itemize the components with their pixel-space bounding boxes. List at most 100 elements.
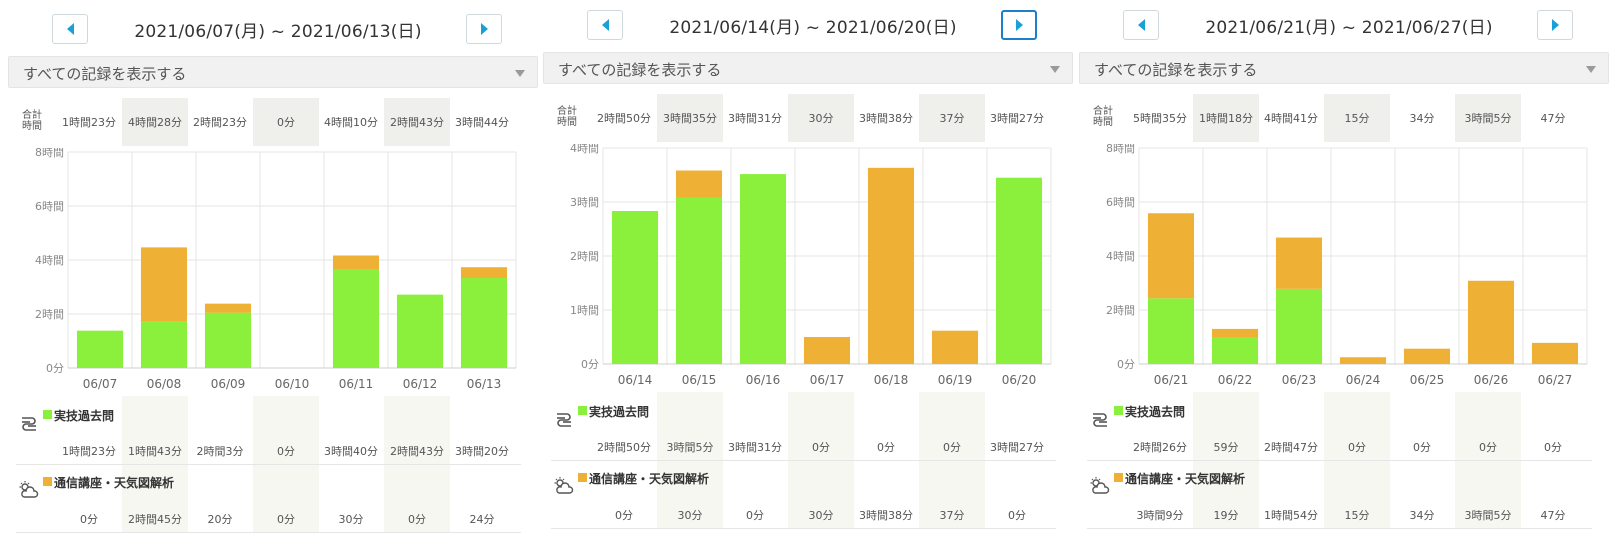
- daily-total-cell: 2時間43分: [384, 98, 450, 146]
- category-row-jitsugi: 実技過去問 2時間26分 59分 2時間47分 0分 0分 0分 0分: [1079, 392, 1609, 460]
- x-tick-label: 06/07: [83, 377, 118, 391]
- legend-swatch-orange: [43, 477, 52, 486]
- bar-segment-jitsugi[interactable]: [675, 197, 723, 364]
- category-row-jitsugi: 実技過去問 1時間23分 1時間43分 2時間3分 0分 3時間40分 2時間43分 3時間…: [8, 396, 538, 464]
- category-value-cell: 30分: [338, 513, 364, 526]
- bar-segment-tsushin[interactable]: [931, 330, 979, 364]
- bar-segment-tsushin[interactable]: [867, 167, 915, 364]
- record-filter-select[interactable]: すべての記録を表示する: [543, 52, 1073, 84]
- y-tick-label: 8時間: [1106, 144, 1135, 155]
- category-value-cell: 30分: [808, 509, 834, 522]
- x-tick-label: 06/09: [211, 377, 246, 391]
- bar-segment-jitsugi[interactable]: [611, 211, 659, 364]
- category-value-cell: 30分: [677, 509, 703, 522]
- row-divider: [16, 532, 521, 533]
- category-value-cell: 2時間45分: [128, 513, 182, 526]
- bar-segment-tsushin[interactable]: [332, 255, 380, 269]
- y-tick-label: 6時間: [1106, 196, 1135, 209]
- daily-total-cell: 3時間31分: [728, 112, 782, 125]
- daily-total-cell: 4時間10分: [324, 116, 378, 129]
- daily-total-cell: 1時間23分: [62, 116, 116, 129]
- previous-week-button[interactable]: [587, 10, 623, 40]
- category-value-cell: 1時間54分: [1264, 509, 1318, 522]
- previous-week-button[interactable]: [1123, 10, 1159, 40]
- category-value-cell: 1時間23分: [62, 445, 116, 458]
- bar-segment-tsushin[interactable]: [460, 267, 508, 279]
- bar-segment-jitsugi[interactable]: [76, 330, 124, 368]
- sun-cloud-icon: [554, 477, 574, 494]
- daily-total-cell: 0分: [253, 98, 319, 146]
- y-tick-label: 4時間: [1106, 250, 1135, 263]
- category-value-cell: 0分: [812, 441, 830, 454]
- bar-segment-tsushin[interactable]: [1403, 348, 1451, 364]
- category-value-cell: 0分: [277, 445, 295, 458]
- bar-segment-jitsugi[interactable]: [460, 278, 508, 368]
- sun-cloud-icon: [19, 481, 39, 498]
- x-tick-label: 06/13: [467, 377, 502, 391]
- category-value-cell: 2時間3分: [196, 445, 244, 458]
- date-range-title: 2021/06/07(月) ~ 2021/06/13(日): [134, 22, 422, 42]
- bar-segment-jitsugi[interactable]: [396, 294, 444, 368]
- week-panel-1: 2021/06/07(月) ~ 2021/06/13(日) すべての記録を表示す…: [8, 0, 538, 556]
- bar-segment-tsushin[interactable]: [204, 303, 252, 313]
- category-value-cell: 59分: [1213, 441, 1239, 454]
- bar-segment-tsushin[interactable]: [1211, 328, 1259, 338]
- chevron-right-icon: [480, 23, 488, 35]
- next-week-button[interactable]: [1537, 10, 1573, 40]
- next-week-button[interactable]: [466, 14, 502, 44]
- bar-segment-tsushin[interactable]: [140, 247, 188, 322]
- chevron-left-icon: [1137, 19, 1145, 31]
- sun-cloud-icon: [1090, 477, 1110, 494]
- daily-total-cell: 3時間44分: [455, 116, 509, 129]
- category-value-cell: 2時間26分: [1133, 441, 1187, 454]
- y-tick-label: 0分: [1117, 358, 1135, 371]
- bar-segment-jitsugi[interactable]: [995, 177, 1043, 364]
- category-value-cell: 3時間40分: [324, 445, 378, 458]
- category-value-cell: 19分: [1213, 509, 1239, 522]
- previous-week-button[interactable]: [52, 14, 88, 44]
- bar-segment-tsushin[interactable]: [1531, 342, 1579, 364]
- daily-total-cell: 3時間27分: [990, 112, 1044, 125]
- legend-swatch-green: [1114, 406, 1123, 415]
- category-value-cell: 3時間5分: [1464, 509, 1512, 522]
- next-week-button[interactable]: [1001, 10, 1037, 40]
- record-filter-select[interactable]: すべての記録を表示する: [1079, 52, 1609, 84]
- bar-segment-jitsugi[interactable]: [1275, 288, 1323, 364]
- chevron-right-icon: [1015, 19, 1023, 31]
- category-value-cell: 2時間47分: [1264, 441, 1318, 454]
- bar-segment-jitsugi[interactable]: [1211, 337, 1259, 364]
- stacked-bar-chart: 0分 1時間 2時間 3時間 4時間 06/14 06/15 06/16 06/17 06/18 0…: [570, 144, 1052, 387]
- daily-totals-row: 合計時間 5時間35分 1時間18分 4時間41分 15分 34分 3時間5分 47分: [1079, 94, 1609, 142]
- category-name-jitsugi: 実技過去問: [1125, 405, 1186, 419]
- bar-segment-tsushin[interactable]: [803, 337, 851, 364]
- y-tick-label: 0分: [581, 358, 599, 371]
- bar-segment-jitsugi[interactable]: [332, 268, 380, 368]
- stacked-bar-chart: 0分 2時間 4時間 6時間 8時間 06/21 06/22 06/23 06/24 06/25 0…: [1106, 144, 1588, 387]
- x-tick-label: 06/16: [746, 373, 781, 387]
- weather-map-icon: [1093, 413, 1107, 427]
- bar-segment-tsushin[interactable]: [1339, 357, 1387, 364]
- category-value-cell: 37分: [939, 509, 965, 522]
- bar-segment-jitsugi[interactable]: [140, 321, 188, 368]
- category-value-cell: 0分: [943, 441, 961, 454]
- bar-segment-jitsugi[interactable]: [204, 312, 252, 368]
- bar-segment-jitsugi[interactable]: [739, 174, 787, 364]
- record-filter-select[interactable]: すべての記録を表示する: [8, 56, 538, 88]
- bar-segment-jitsugi[interactable]: [1147, 298, 1195, 364]
- category-value-cell: 1時間43分: [128, 445, 182, 458]
- x-tick-label: 06/24: [1346, 373, 1381, 387]
- bar-segment-tsushin[interactable]: [1147, 213, 1195, 299]
- chevron-left-icon: [601, 19, 609, 31]
- category-value-cell: 0分: [277, 513, 295, 526]
- category-value-cell: 0分: [1008, 509, 1026, 522]
- x-tick-label: 06/25: [1410, 373, 1445, 387]
- bar-segment-tsushin[interactable]: [1275, 237, 1323, 289]
- category-value-cell: 0分: [408, 513, 426, 526]
- bar-segment-tsushin[interactable]: [675, 170, 723, 198]
- bar-segment-tsushin[interactable]: [1467, 280, 1515, 364]
- category-row-tsushin: 通信講座・天気図解析 0分 2時間45分 20分 0分 30分 0分 24分: [8, 465, 538, 533]
- caret-down-icon: [515, 70, 525, 77]
- category-value-cell: 2時間43分: [390, 445, 444, 458]
- totals-label: 合計時間: [557, 106, 577, 128]
- category-value-cell: 0分: [877, 441, 895, 454]
